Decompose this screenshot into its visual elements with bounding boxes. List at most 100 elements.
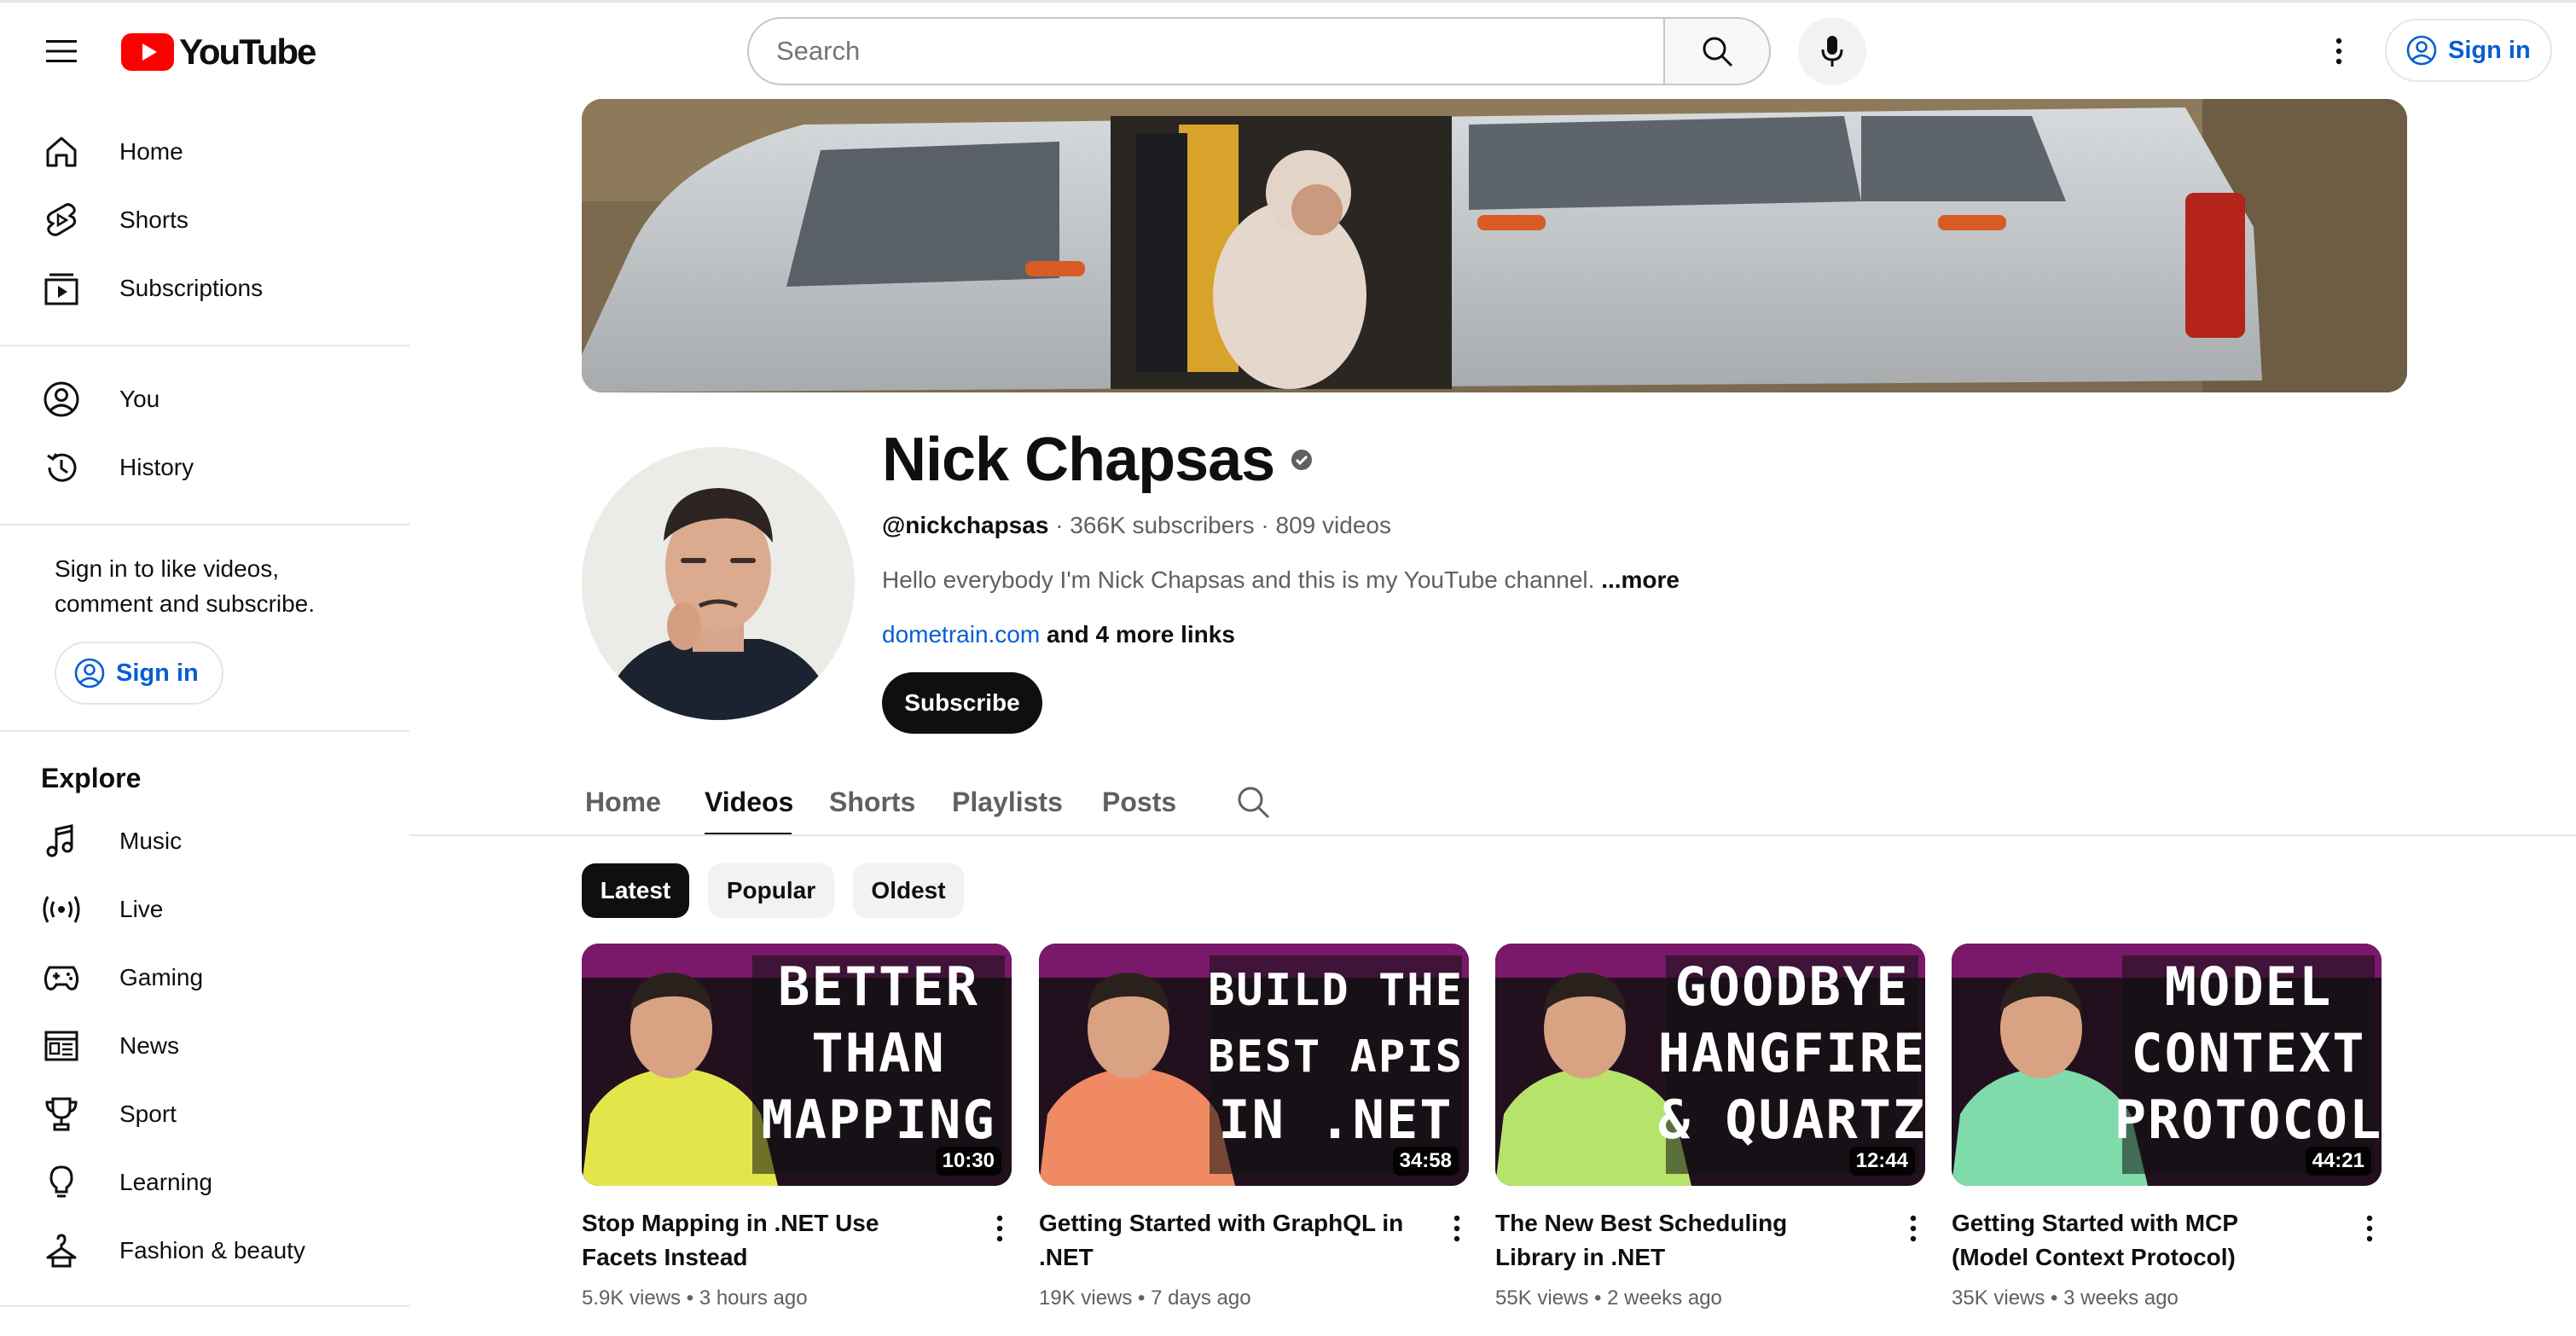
chip-popular[interactable]: Popular [708, 863, 834, 918]
top-bar: YouTube Sign in [0, 0, 2576, 99]
description-text: Hello everybody I'm Nick Chapsas and thi… [882, 566, 1595, 593]
sidebar-item-sport[interactable]: Sport [20, 1080, 403, 1148]
video-card[interactable]: BUILD THE BEST APIS IN .NET 34:58 Getting St… [1039, 944, 1469, 1310]
video-views: 55K views [1495, 1287, 1589, 1310]
sidebar-item-history[interactable]: History [20, 433, 403, 502]
sidebar-item-label: You [119, 386, 160, 412]
video-age: 7 days ago [1151, 1287, 1251, 1310]
more-vertical-icon [1453, 1215, 1460, 1242]
live-icon [43, 896, 80, 923]
sidebar-item-label: Home [119, 138, 183, 165]
video-thumbnail[interactable]: BUILD THE BEST APIS IN .NET 34:58 [1039, 944, 1469, 1186]
more-vertical-icon [1910, 1215, 1917, 1242]
shorts-icon [46, 203, 77, 236]
sidebar-sign-in-button[interactable]: Sign in [55, 642, 223, 705]
sidebar-item-live[interactable]: Live [20, 875, 403, 944]
trophy-icon [45, 1097, 78, 1131]
video-menu-button[interactable] [1447, 1211, 1467, 1246]
video-title[interactable]: Stop Mapping in .NET Use Facets Instead [582, 1206, 949, 1275]
search-button[interactable] [1663, 17, 1771, 85]
sidebar-item-home[interactable]: Home [20, 118, 403, 186]
hamburger-icon [46, 40, 77, 62]
video-meta: 35K views • 3 weeks ago [1952, 1287, 2179, 1310]
thumbnail-text: THAN [811, 1022, 945, 1084]
thumbnail-text: BEST APIS [1208, 1031, 1464, 1083]
video-title[interactable]: The New Best Scheduling Library in .NET [1495, 1206, 1862, 1275]
settings-menu-button[interactable] [2315, 27, 2363, 75]
tab-posts[interactable]: Posts [1102, 768, 1176, 836]
more-vertical-icon [2366, 1215, 2373, 1242]
chip-latest[interactable]: Latest [582, 863, 689, 918]
sidebar-item-subscriptions[interactable]: Subscriptions [20, 254, 403, 322]
youtube-play-icon [121, 33, 174, 71]
sidebar-item-music[interactable]: Music [20, 807, 403, 875]
menu-button[interactable] [38, 27, 85, 75]
sign-in-prompt: Sign in to like videos, comment and subs… [55, 555, 316, 617]
external-link[interactable]: dometrain.com [882, 621, 1040, 648]
thumbnail-text: PROTOCOL [2115, 1089, 2382, 1151]
tab-videos[interactable]: Videos [705, 768, 793, 836]
gaming-icon [44, 966, 79, 990]
voice-search-button[interactable] [1798, 17, 1866, 85]
tab-home[interactable]: Home [585, 768, 661, 836]
tab-search[interactable] [1235, 768, 1271, 836]
sidebar-item-you[interactable]: You [20, 365, 403, 433]
sidebar-item-label: Live [119, 896, 164, 922]
channel-name-text: Nick Chapsas [882, 426, 1275, 494]
video-menu-button[interactable] [989, 1211, 1010, 1246]
tab-shorts[interactable]: Shorts [829, 768, 915, 836]
sidebar-item-label: Shorts [119, 206, 189, 233]
video-thumbnail[interactable]: BETTER THAN MAPPING 10:30 [582, 944, 1012, 1186]
thumbnail-text: BUILD THE [1208, 965, 1464, 1016]
video-age: 3 hours ago [699, 1287, 808, 1310]
video-card[interactable]: BETTER THAN MAPPING 10:30 Stop Mapping in .N… [582, 944, 1012, 1310]
subscribe-button[interactable]: Subscribe [882, 672, 1042, 734]
channel-description[interactable]: Hello everybody I'm Nick Chapsas and thi… [882, 566, 1680, 594]
history-icon [47, 453, 77, 482]
video-thumbnail[interactable]: MODEL CONTEXT PROTOCOL 44:21 [1952, 944, 2382, 1186]
meta-separator: · [1055, 512, 1070, 538]
video-thumbnail[interactable]: GOODBYE HANGFIRE & QUARTZ 12:44 [1495, 944, 1925, 1186]
channel-handle: @nickchapsas [882, 512, 1049, 538]
video-title[interactable]: Getting Started with MCP (Model Context … [1952, 1206, 2318, 1275]
sidebar-item-fashion-beauty[interactable]: Fashion & beauty [20, 1217, 403, 1285]
thumbnail-text: & QUARTZ [1658, 1089, 1925, 1151]
sidebar-item-news[interactable]: News [20, 1012, 403, 1080]
video-meta: 5.9K views • 3 hours ago [582, 1287, 808, 1310]
sign-in-button[interactable]: Sign in [2385, 19, 2552, 82]
sidebar-item-label: Music [119, 828, 183, 854]
search-icon [1703, 37, 1733, 67]
sidebar-item-shorts[interactable]: Shorts [20, 186, 403, 254]
sidebar-divider [0, 345, 409, 346]
verified-badge-icon [1291, 450, 1313, 470]
thumbnail-text: MODEL [2165, 956, 2333, 1018]
thumbnail-text: GOODBYE [1674, 956, 1909, 1018]
more-links[interactable]: and 4 more links [1047, 621, 1235, 648]
search-input[interactable] [747, 17, 1663, 85]
avatar-image [582, 447, 855, 720]
video-card[interactable]: MODEL CONTEXT PROTOCOL 44:21 Getting Started… [1952, 944, 2382, 1310]
chip-oldest[interactable]: Oldest [853, 863, 964, 918]
video-title[interactable]: Getting Started with GraphQL in .NET [1039, 1206, 1406, 1275]
sidebar-item-label: Subscriptions [119, 275, 264, 301]
video-age: 2 weeks ago [1607, 1287, 1722, 1310]
explore-heading: Explore [41, 763, 142, 793]
video-menu-button[interactable] [2359, 1211, 2380, 1246]
sidebar-item-label: News [119, 1032, 180, 1059]
sidebar-item-learning[interactable]: Learning [20, 1148, 403, 1217]
video-menu-button[interactable] [1903, 1211, 1923, 1246]
more-link[interactable]: ...more [1601, 566, 1680, 593]
sign-in-label: Sign in [116, 659, 199, 687]
tab-playlists[interactable]: Playlists [952, 768, 1063, 836]
video-duration: 44:21 [2305, 1147, 2371, 1176]
video-views: 5.9K views [582, 1287, 682, 1310]
sidebar-item-gaming[interactable]: Gaming [20, 944, 403, 1012]
thumbnail-text: BETTER [778, 956, 979, 1018]
sidebar-item-label: Gaming [119, 964, 204, 990]
channel-banner [582, 99, 2407, 392]
youtube-logo[interactable]: YouTube [121, 32, 316, 72]
channel-avatar[interactable] [582, 447, 855, 720]
video-card[interactable]: GOODBYE HANGFIRE & QUARTZ 12:44 The New Best… [1495, 944, 1925, 1310]
sidebar-item-label: Learning [119, 1169, 212, 1195]
meta-separator: • [681, 1287, 699, 1310]
